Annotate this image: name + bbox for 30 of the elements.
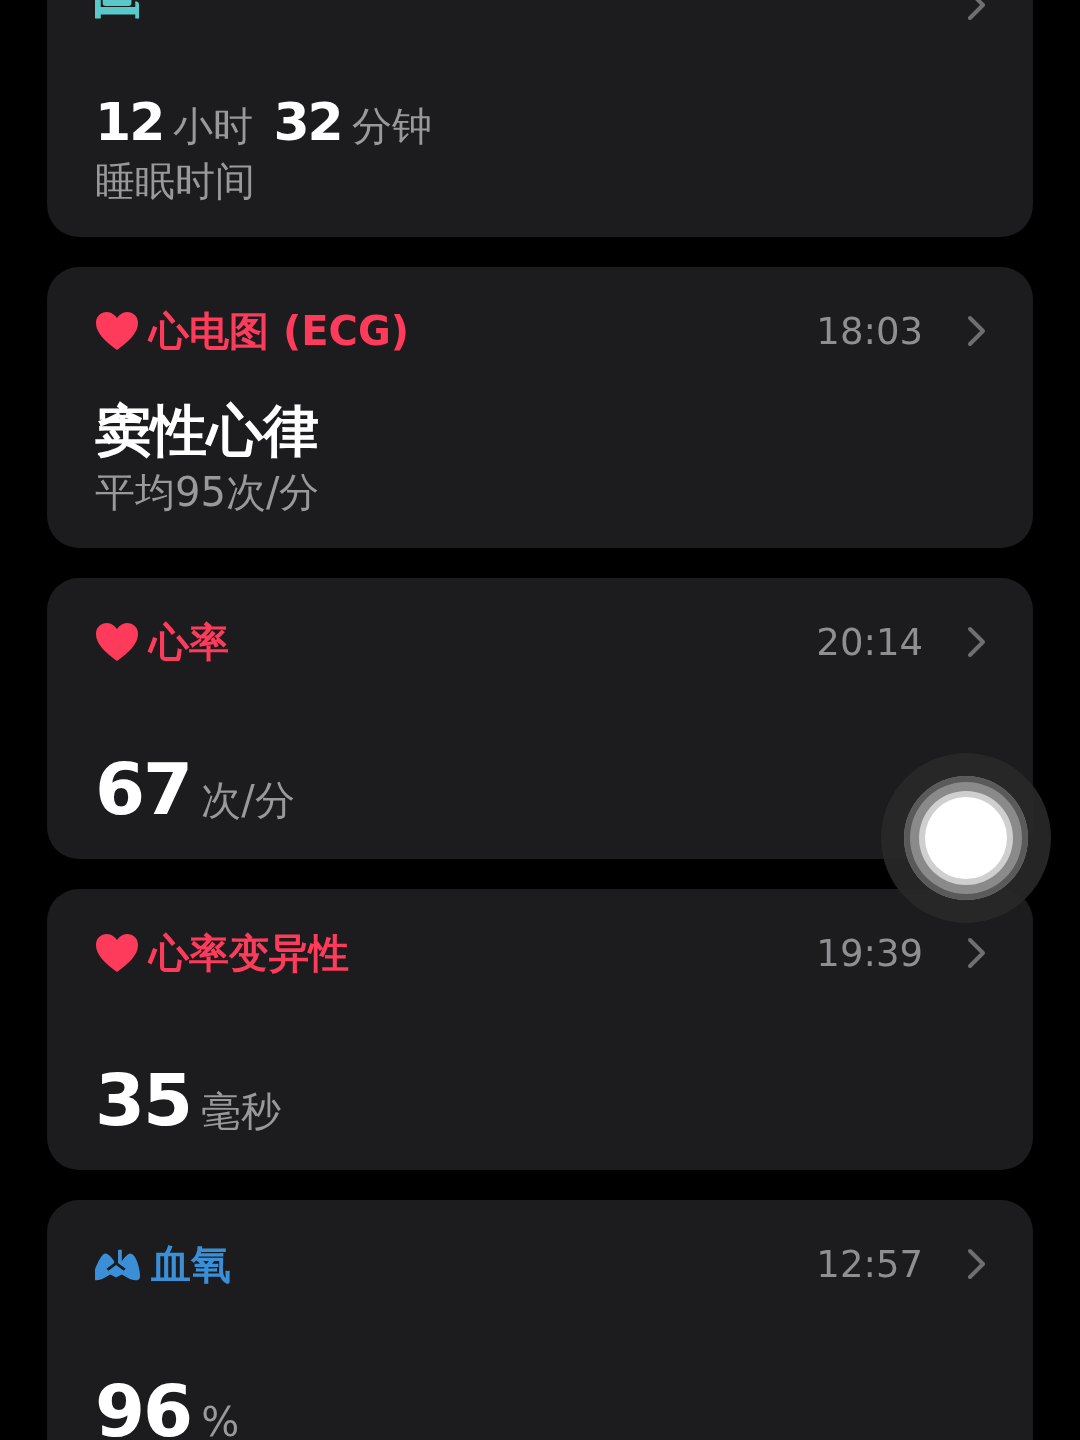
chevron-icon bbox=[967, 626, 987, 658]
card-title: 心率变异性 bbox=[149, 928, 349, 978]
card-title: 心电图 (ECG) bbox=[149, 306, 409, 356]
value-number: 12 bbox=[95, 93, 164, 153]
value-number: 67 bbox=[95, 748, 192, 831]
health-card[interactable]: 心率变异性 19:39 35 毫秒 bbox=[47, 889, 1033, 1170]
value-unit: 毫秒 bbox=[201, 1088, 282, 1135]
value-unit: 分钟 bbox=[351, 103, 432, 150]
value-unit: % bbox=[201, 1399, 240, 1440]
card-subtitle: 睡眠时间 bbox=[95, 157, 256, 206]
health-card[interactable]: 血氧 12:57 96% bbox=[47, 1200, 1033, 1440]
health-card[interactable]: 12 小时 32 分钟 睡眠时间 bbox=[47, 0, 1033, 237]
health-card[interactable]: 心率 20:14 67 次/分 bbox=[47, 578, 1033, 859]
value-number: 35 bbox=[95, 1059, 192, 1142]
timestamp: 20:14 bbox=[816, 620, 923, 664]
timestamp: 18:03 bbox=[816, 309, 923, 353]
card-title: 血氧 bbox=[151, 1239, 231, 1289]
timestamp: 19:39 bbox=[816, 931, 923, 975]
health-card[interactable]: 心电图 (ECG) 18:03 窦性心律 平均95次/分 bbox=[47, 267, 1033, 548]
card-subtitle: 平均95次/分 bbox=[95, 468, 321, 517]
value-unit: 小时 bbox=[173, 103, 254, 150]
value-unit: 次/分 bbox=[201, 777, 295, 824]
result-text: 窦性心律 bbox=[95, 396, 320, 464]
chevron-icon bbox=[967, 315, 987, 347]
value-number: 96 bbox=[95, 1370, 192, 1440]
value-number: 32 bbox=[273, 93, 342, 153]
chevron-icon bbox=[967, 937, 987, 969]
timestamp: 12:57 bbox=[816, 1242, 923, 1286]
card-title: 心率 bbox=[149, 617, 229, 667]
chevron-icon bbox=[967, 1248, 987, 1280]
